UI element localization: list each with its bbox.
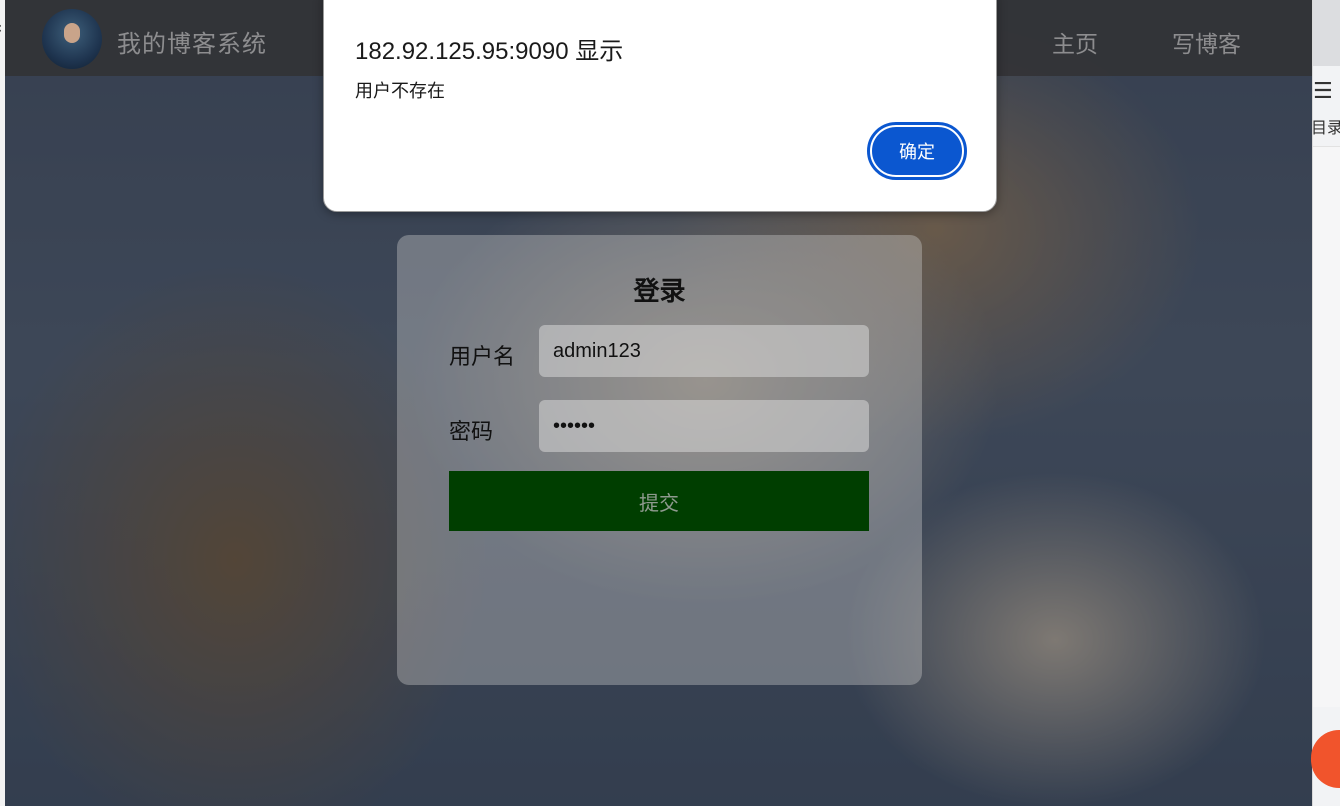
site-title: 我的博客系统 xyxy=(117,30,267,58)
right-side-panel: ☰ 目录 xyxy=(1311,0,1340,806)
list-icon[interactable]: ☰ xyxy=(1313,78,1340,106)
avatar xyxy=(42,9,102,69)
password-input[interactable] xyxy=(539,400,869,452)
username-input[interactable] xyxy=(539,325,869,377)
floating-action-button[interactable] xyxy=(1311,730,1340,788)
toc-label[interactable]: 目录 xyxy=(1311,114,1340,138)
alert-message: 用户不存在 xyxy=(355,81,445,102)
nav-home-link[interactable]: 主页 xyxy=(1052,25,1098,59)
alert-ok-button[interactable]: 确定 xyxy=(867,122,967,180)
alert-dialog: 182.92.125.95:9090 显示 用户不存在 确定 xyxy=(323,0,997,212)
submit-button[interactable]: 提交 xyxy=(449,471,869,531)
back-chevron-icon[interactable]: ‹ xyxy=(0,18,2,37)
side-panel-body xyxy=(1313,146,1340,707)
nav-write-blog-link[interactable]: 写博客 xyxy=(1172,25,1241,59)
password-label: 密码 xyxy=(449,420,494,445)
username-label: 用户名 xyxy=(449,345,516,370)
login-card: 登录 用户名 密码 提交 xyxy=(397,235,922,685)
login-title: 登录 xyxy=(633,277,686,307)
browser-viewport: ‹ 我的博客系统 主页 写博客 登录 用户名 密码 提交 ☰ 目录 182 xyxy=(0,0,1340,806)
alert-origin-title: 182.92.125.95:9090 显示 xyxy=(355,38,624,65)
